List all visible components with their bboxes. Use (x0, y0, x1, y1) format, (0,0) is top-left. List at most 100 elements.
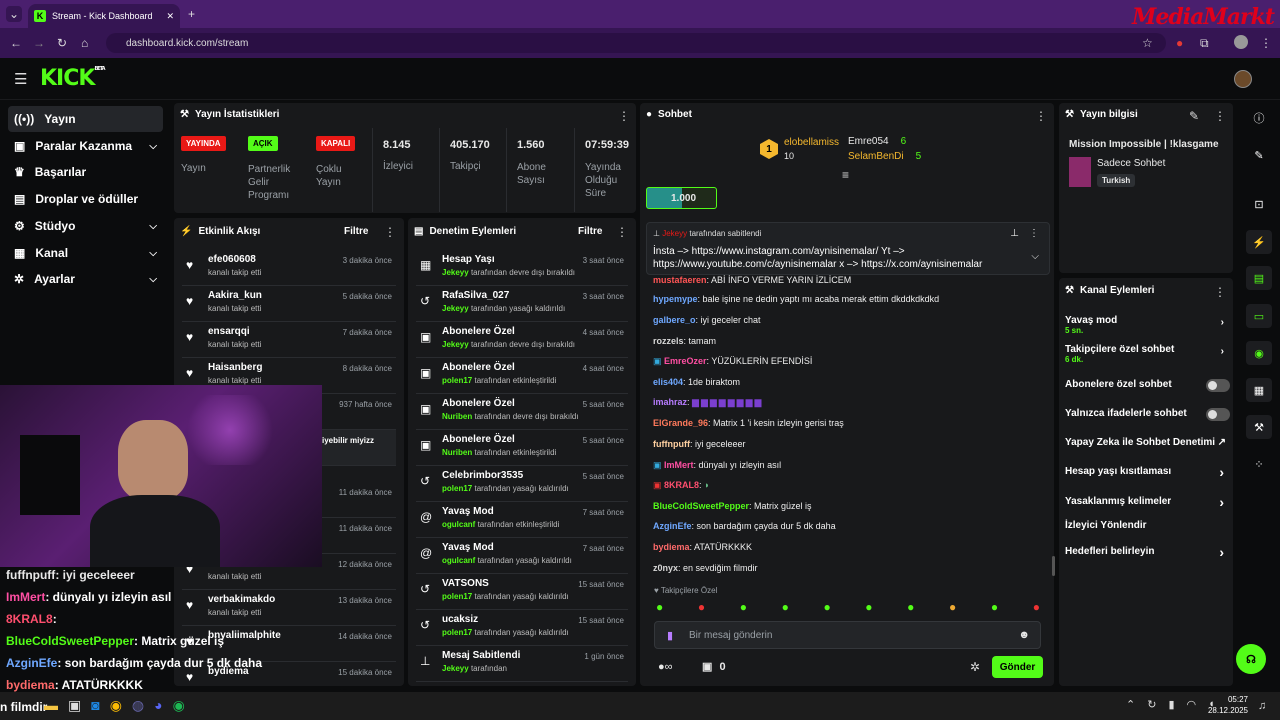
chrome-icon[interactable]: ◉ (110, 697, 122, 714)
action-followers-only[interactable]: Takipçilere özel sohbet 6 dk. › (1065, 344, 1230, 364)
bolt-icon[interactable]: ⚡ (1246, 230, 1272, 254)
chat-message[interactable]: galbere_o: iyi geceler chat (653, 315, 761, 325)
moderation-filter-button[interactable]: Filtre (578, 226, 602, 237)
layout-icon[interactable]: ▦ (1246, 378, 1272, 402)
table-row[interactable]: ↺ ucaksiz polen17 tarafından yasağı kaldır… (416, 610, 628, 646)
unpin-icon[interactable]: ⊥ (1010, 228, 1019, 239)
edit-pencil-icon[interactable]: ✎ (1189, 109, 1199, 123)
list-item[interactable]: ♥ ensarqqi kanalı takip etti 7 dakika önce (182, 322, 396, 358)
sidebar-item-settings[interactable]: ✲ Ayarlar ⌵ (8, 266, 163, 292)
chat-input[interactable]: ▮ Bir mesaj gönderin ☻ (654, 621, 1041, 649)
sidebar-item-achievements[interactable]: ♛ Başarılar (8, 159, 163, 185)
moderation-more-icon[interactable]: ⋮ (616, 225, 628, 239)
document-icon[interactable]: ▤ (1246, 266, 1272, 290)
table-row[interactable]: ▣ Abonelere Özel polen17 tarafından etkinl… (416, 358, 628, 394)
emote-icon[interactable]: ● (782, 600, 789, 614)
chevron-up-icon[interactable]: ⌃ (1126, 698, 1135, 711)
tab-search-icon[interactable]: ⌄ (6, 6, 22, 22)
stream-tag[interactable]: Turkish (1097, 174, 1136, 187)
steam-icon[interactable]: ◍ (132, 697, 144, 714)
emote-icon[interactable]: ● (823, 600, 830, 614)
chat-message[interactable]: imahraz: ▆▆▆▆▆▆▆▆ (653, 397, 763, 408)
chat-message[interactable]: ▣ 8KRAL8: ◗ (653, 480, 710, 491)
channel-points-icon[interactable]: ●∞ (658, 661, 673, 673)
action-goals[interactable]: Hedefleri belirleyin › (1065, 544, 1230, 560)
discord-icon[interactable]: ◕ (154, 697, 162, 714)
new-tab-icon[interactable]: + (188, 7, 195, 21)
sidebar-item-channel[interactable]: ▦ Kanal ⌵ (8, 240, 163, 266)
expand-leaderboard-icon[interactable]: ≡ (842, 168, 849, 182)
info-icon[interactable]: ⓘ (1246, 106, 1272, 130)
bookmark-star-icon[interactable]: ☆ (1142, 36, 1153, 50)
table-row[interactable]: ▣ Abonelere Özel Jekeyy tarafından devre d… (416, 322, 628, 358)
activity-filter-button[interactable]: Filtre (344, 226, 368, 237)
action-subscribers-only[interactable]: Abonelere özel sohbet (1065, 379, 1230, 392)
action-slow-mode[interactable]: Yavaş mod 5 sn. › (1065, 315, 1230, 335)
chat-message[interactable]: hypemype: bale işine ne dedin yaptı mı a… (653, 294, 939, 304)
list-item[interactable]: ♥ Aakira_kun kanalı takip etti 5 dakika önc… (182, 286, 396, 322)
chat-settings-icon[interactable]: ✲ (970, 660, 980, 674)
gifter-2[interactable]: SelamBenDi 5 (848, 151, 921, 162)
store-icon[interactable]: ▣ (68, 697, 81, 714)
spotify-icon[interactable]: ◉ (173, 697, 185, 714)
emoji-picker-icon[interactable]: ☻ (1018, 629, 1030, 641)
extensions-puzzle-icon[interactable]: ⧉ (1200, 36, 1209, 51)
file-explorer-icon[interactable]: ▬ (44, 697, 58, 714)
chat-more-icon[interactable]: ⋮ (1035, 109, 1047, 123)
support-headset-icon[interactable]: ☊ (1236, 644, 1266, 674)
list-item[interactable]: ♥ verbakimakdo kanalı takip etti 13 dakika … (182, 590, 396, 626)
url-bar[interactable]: dashboard.kick.com/stream (106, 33, 1166, 53)
notification-bell-icon[interactable]: ♫ (1258, 700, 1266, 712)
list-item[interactable]: ♥ efe060608 kanalı takip etti 3 dakika önce (182, 250, 396, 286)
extension-icon[interactable]: ● (1176, 36, 1183, 50)
browser-tab[interactable]: K Stream - Kick Dashboard ✕ (28, 4, 180, 28)
chat-message[interactable]: BlueColdSweetPepper: Matrix güzel iş (653, 501, 812, 511)
stream-info-more-icon[interactable]: ⋮ (1214, 109, 1226, 123)
taskbar-clock[interactable]: 05:27 28.12.2025 (1200, 694, 1248, 716)
home-icon[interactable]: ⌂ (81, 36, 88, 50)
chat-icon[interactable]: ▭ (1246, 304, 1272, 328)
table-row[interactable]: ▣ Abonelere Özel Nuriben tarafından etkinl… (416, 430, 628, 466)
action-account-age[interactable]: Hesap yaşı kısıtlaması › (1065, 464, 1230, 480)
chat-message[interactable]: ▣ EmreOzer: YÜZÜKLERİN EFENDİSİ (653, 356, 812, 367)
emote-icon[interactable]: ● (949, 600, 956, 614)
channel-actions-more-icon[interactable]: ⋮ (1214, 285, 1226, 299)
action-emotes-only[interactable]: Yalnızca ifadelerle sohbet (1065, 408, 1230, 421)
wrench-icon[interactable]: ⚒ (1246, 415, 1272, 439)
emote-icon[interactable]: ● (1033, 600, 1040, 614)
kick-logo[interactable]: KICKBETA (40, 66, 106, 91)
broadcast-icon[interactable]: ◉ (1246, 341, 1272, 365)
goal-progress[interactable]: 1.000 (646, 187, 717, 209)
hamburger-menu-icon[interactable]: ☰ (14, 70, 27, 88)
profile-avatar[interactable] (1234, 35, 1248, 49)
chat-message[interactable]: fuffnpuff: iyi geceleeer (653, 439, 746, 449)
table-row[interactable]: ↺ VATSONS polen17 tarafından yasağı kaldır… (416, 574, 628, 610)
chat-message[interactable]: AzginEfe: son bardağım çayda dur 5 dk da… (653, 521, 836, 531)
table-row[interactable]: ▦ Hesap Yaşı Jekeyy tarafından devre dışı … (416, 250, 628, 286)
chat-message[interactable]: elis404: 1de biraktom (653, 377, 740, 387)
emote-icon[interactable]: ● (740, 600, 747, 614)
emote-icon[interactable]: ● (907, 600, 914, 614)
gifter-1[interactable]: Emre054 6 (848, 136, 906, 147)
toggle-switch[interactable] (1206, 408, 1230, 421)
send-button[interactable]: Gönder (992, 656, 1043, 678)
forward-icon[interactable]: → (33, 36, 45, 50)
sidebar-item-monetization[interactable]: ▣ Paralar Kazanma ⌵ (8, 133, 163, 159)
pinned-more-icon[interactable]: ⋮ (1029, 228, 1039, 239)
emote-icon[interactable]: ● (656, 600, 663, 614)
chat-scrollbar[interactable] (1052, 556, 1055, 576)
chat-message[interactable]: z0nyx: en sevdiğim filmdir (653, 563, 758, 573)
activity-more-icon[interactable]: ⋮ (384, 225, 396, 239)
emote-icon[interactable]: ● (698, 600, 705, 614)
chevron-down-icon[interactable]: ⌵ (1031, 251, 1039, 262)
table-row[interactable]: ↺ Celebrimbor3535 polen17 tarafından yasağ… (416, 466, 628, 502)
close-tab-icon[interactable]: ✕ (166, 11, 174, 22)
table-row[interactable]: @ Yavaş Mod ogulcanf tarafından yasağı kal… (416, 538, 628, 574)
emote-icon[interactable]: ● (991, 600, 998, 614)
action-banned-words[interactable]: Yasaklanmış kelimeler › (1065, 494, 1230, 510)
wifi-icon[interactable]: ◠ (1187, 698, 1197, 711)
crop-icon[interactable]: ⊡ (1246, 192, 1272, 216)
apps-icon[interactable]: ⁘ (1246, 452, 1272, 476)
action-raid[interactable]: İzleyici Yönlendir (1065, 520, 1230, 531)
stream-category[interactable]: Sadece Sohbet (1097, 158, 1165, 169)
